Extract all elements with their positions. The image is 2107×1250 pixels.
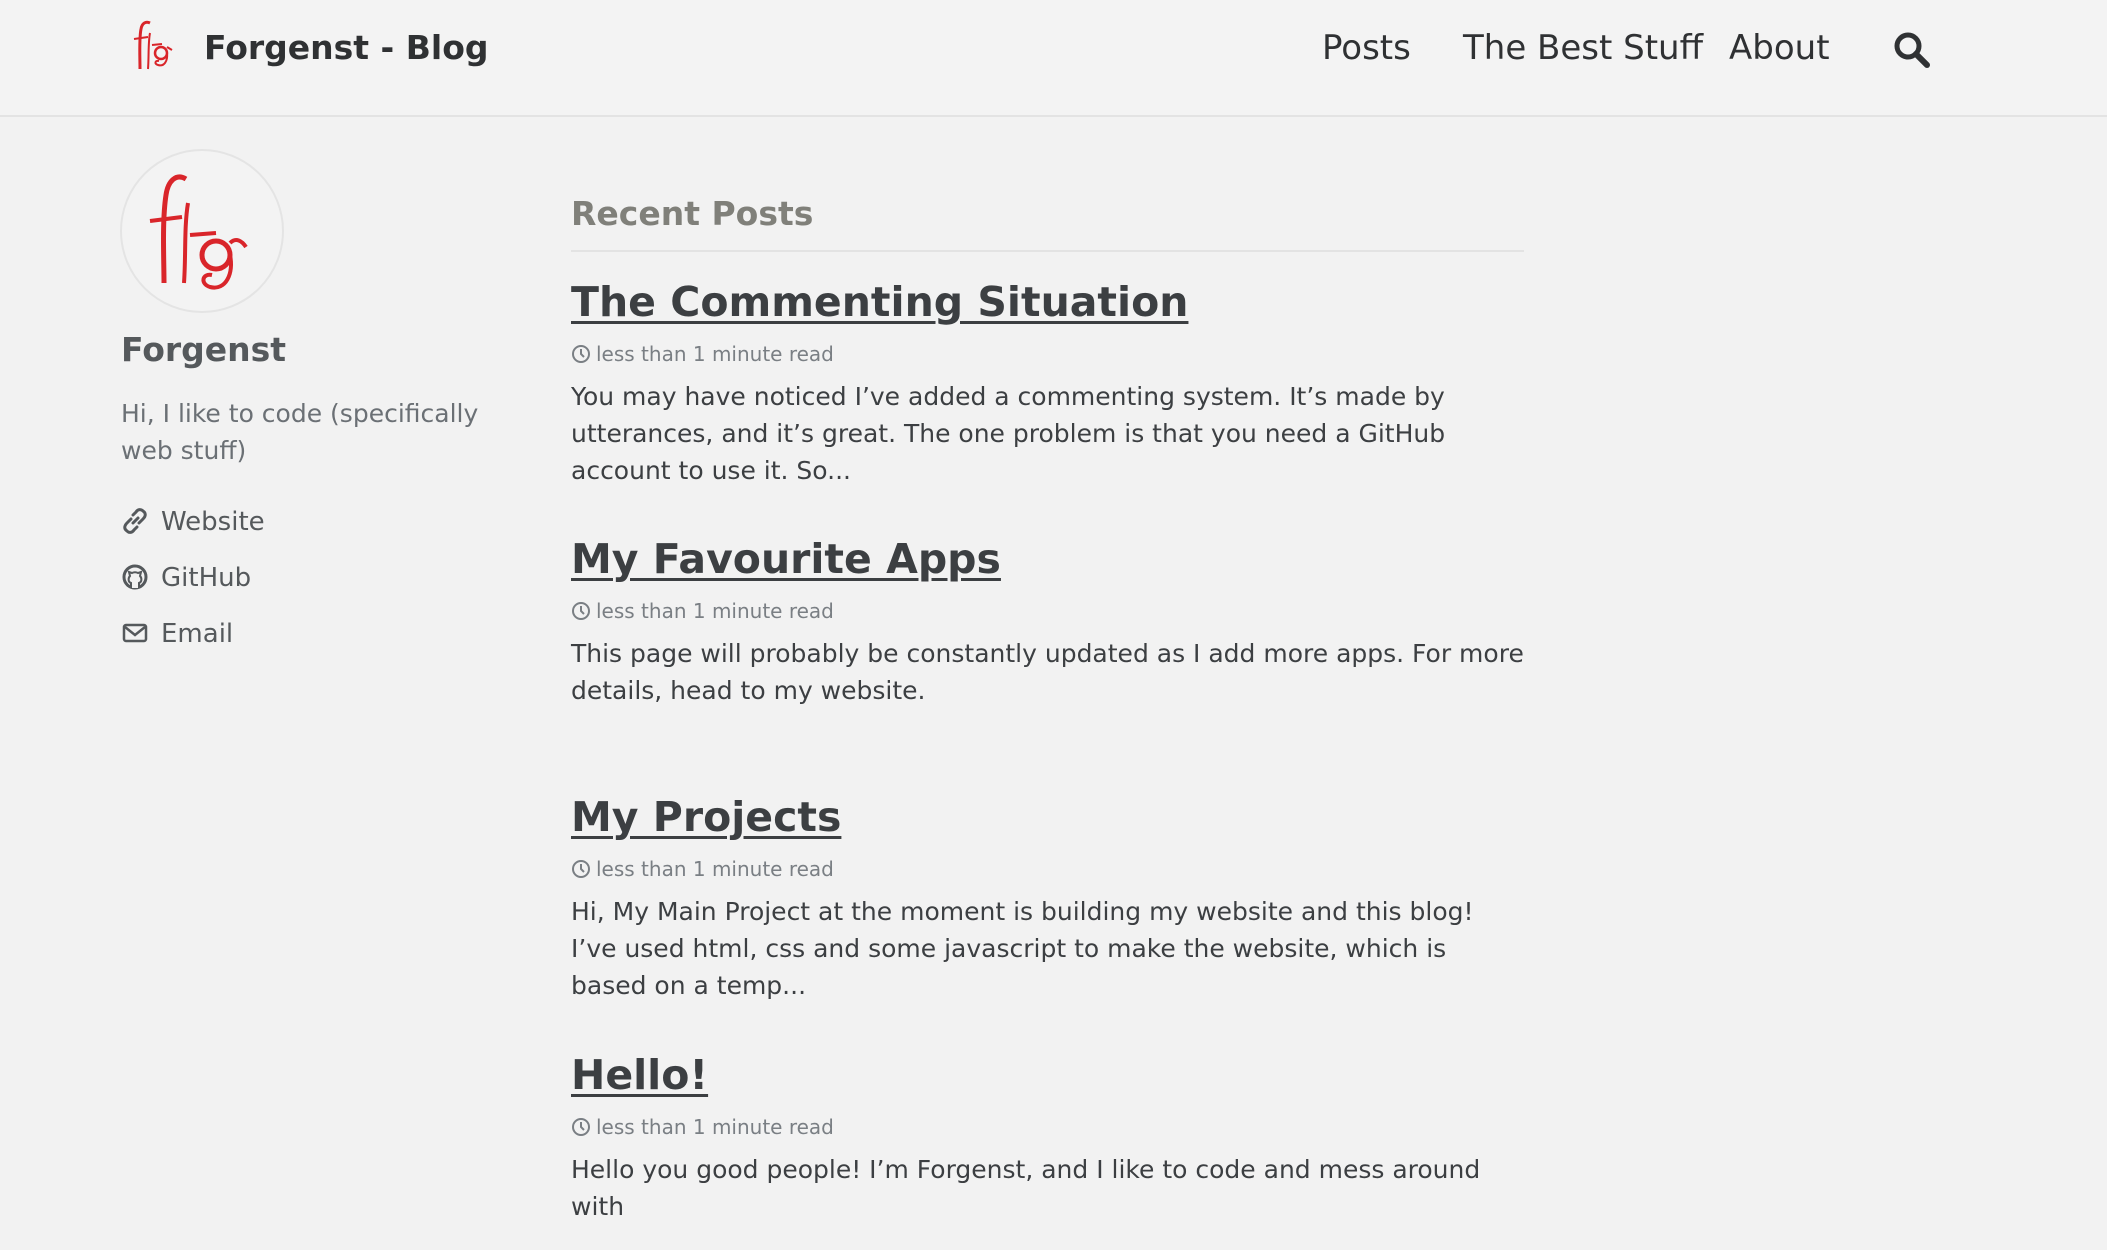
nav-best-stuff[interactable]: The Best Stuff <box>1463 28 1703 68</box>
author-link-email-label: Email <box>161 619 234 649</box>
post-item: Hello! less than 1 minute read Hello you… <box>571 1049 1524 1250</box>
author-link-github-label: GitHub <box>161 563 252 593</box>
post-title-link[interactable]: Hello! <box>571 1049 1524 1101</box>
author-avatar <box>120 149 284 313</box>
recent-posts-title: Recent Posts <box>571 194 814 233</box>
post-item: My Favourite Apps less than 1 minute rea… <box>571 533 1524 734</box>
read-time: less than 1 minute read <box>596 857 834 881</box>
clock-icon <box>571 1117 591 1137</box>
read-time: less than 1 minute read <box>596 342 834 366</box>
clock-icon <box>571 859 591 879</box>
read-time: less than 1 minute read <box>596 1115 834 1139</box>
post-excerpt: You may have noticed I’ve added a commen… <box>571 382 1446 485</box>
post-excerpt: Hi, My Main Project at the moment is bui… <box>571 897 1474 1000</box>
post-title-link[interactable]: The Commenting Situation <box>571 276 1524 328</box>
link-icon <box>121 507 151 537</box>
author-name: Forgenst <box>121 330 287 369</box>
post-title-link[interactable]: My Projects <box>571 791 1524 843</box>
site-title[interactable]: Forgenst - Blog <box>204 28 489 67</box>
author-link-website-label: Website <box>161 507 265 537</box>
post-meta: less than 1 minute read <box>571 1115 1524 1139</box>
post-excerpt: Hello you good people! I’m Forgenst, and… <box>571 1155 1481 1221</box>
author-link-github[interactable]: GitHub <box>121 558 251 598</box>
post-item: My Projects less than 1 minute read Hi, … <box>571 791 1524 1029</box>
author-bio: Hi, I like to code (specifically web stu… <box>121 399 479 465</box>
author-link-website[interactable]: Website <box>121 502 265 542</box>
post-item: The Commenting Situation less than 1 min… <box>571 276 1524 514</box>
masthead: Forgenst - Blog Posts The Best Stuff Abo… <box>0 0 2107 117</box>
nav-posts[interactable]: Posts <box>1322 28 1411 68</box>
site-logo[interactable] <box>128 17 178 77</box>
section-divider <box>571 250 1524 252</box>
fg-monogram-icon <box>149 174 248 290</box>
post-excerpt: This page will probably be constantly up… <box>571 639 1524 705</box>
search-icon <box>1894 32 1930 68</box>
nav-about[interactable]: About <box>1729 28 1830 68</box>
envelope-icon <box>121 619 151 649</box>
fg-logo-icon <box>133 20 173 70</box>
post-title-link[interactable]: My Favourite Apps <box>571 533 1524 585</box>
github-icon <box>121 563 151 593</box>
post-meta: less than 1 minute read <box>571 857 1524 881</box>
read-time: less than 1 minute read <box>596 599 834 623</box>
post-meta: less than 1 minute read <box>571 599 1524 623</box>
clock-icon <box>571 344 591 364</box>
search-button[interactable] <box>1893 31 1933 71</box>
post-meta: less than 1 minute read <box>571 342 1524 366</box>
clock-icon <box>571 601 591 621</box>
author-link-email[interactable]: Email <box>121 614 233 654</box>
